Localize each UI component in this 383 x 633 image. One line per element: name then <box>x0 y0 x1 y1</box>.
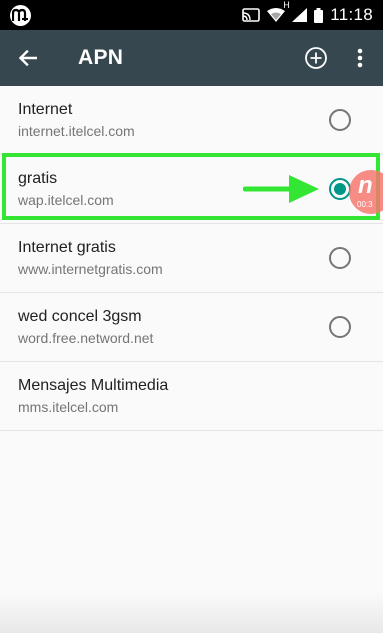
apn-address: wap.itelcel.com <box>18 192 114 208</box>
apn-item-internet-gratis[interactable]: Internet gratis www.internetgratis.com <box>0 224 383 293</box>
wifi-icon <box>267 8 286 22</box>
watermark-time: 00:3 <box>357 200 373 209</box>
app-toolbar: APN <box>0 30 383 86</box>
apn-address: www.internetgratis.com <box>18 261 163 277</box>
apn-address: mms.itelcel.com <box>18 399 119 415</box>
network-type-label: H <box>283 0 290 10</box>
arrow-back-icon[interactable] <box>14 44 42 72</box>
battery-icon <box>314 7 324 23</box>
apn-radio[interactable] <box>329 247 351 269</box>
apn-name: Mensajes Multimedia <box>18 377 169 394</box>
more-vert-icon[interactable] <box>348 44 372 72</box>
apn-name: wed concel 3gsm <box>18 308 142 325</box>
apn-item-wed-concel[interactable]: wed concel 3gsm word.free.netword.net <box>0 293 383 362</box>
cast-icon <box>242 8 261 22</box>
add-circle-icon[interactable] <box>302 44 330 72</box>
apn-name: gratis <box>18 170 58 187</box>
apn-name: Internet gratis <box>18 239 116 256</box>
apn-address: word.free.netword.net <box>18 330 154 346</box>
clock: 11:18 <box>330 5 373 24</box>
apn-item-gratis[interactable]: gratis wap.itelcel.com <box>0 155 383 224</box>
apn-item-internet[interactable]: Internet internet.itelcel.com <box>0 86 383 155</box>
bottom-fade <box>0 593 383 633</box>
app-badge-icon <box>10 5 31 26</box>
apn-address: internet.itelcel.com <box>18 123 135 139</box>
apn-radio[interactable] <box>329 109 351 131</box>
page-title: APN <box>78 46 124 69</box>
status-bar: H 11:18 <box>0 0 383 30</box>
apn-list: Internet internet.itelcel.com gratis wap… <box>0 86 383 431</box>
watermark-logo: n <box>358 172 373 199</box>
apn-radio[interactable] <box>329 316 351 338</box>
annotation-arrow-icon <box>243 175 319 203</box>
apn-name: Internet <box>18 101 73 118</box>
apn-item-mensajes-multimedia[interactable]: Mensajes Multimedia mms.itelcel.com <box>0 362 383 431</box>
signal-icon: H <box>283 0 308 22</box>
apn-radio-selected[interactable] <box>329 178 351 200</box>
